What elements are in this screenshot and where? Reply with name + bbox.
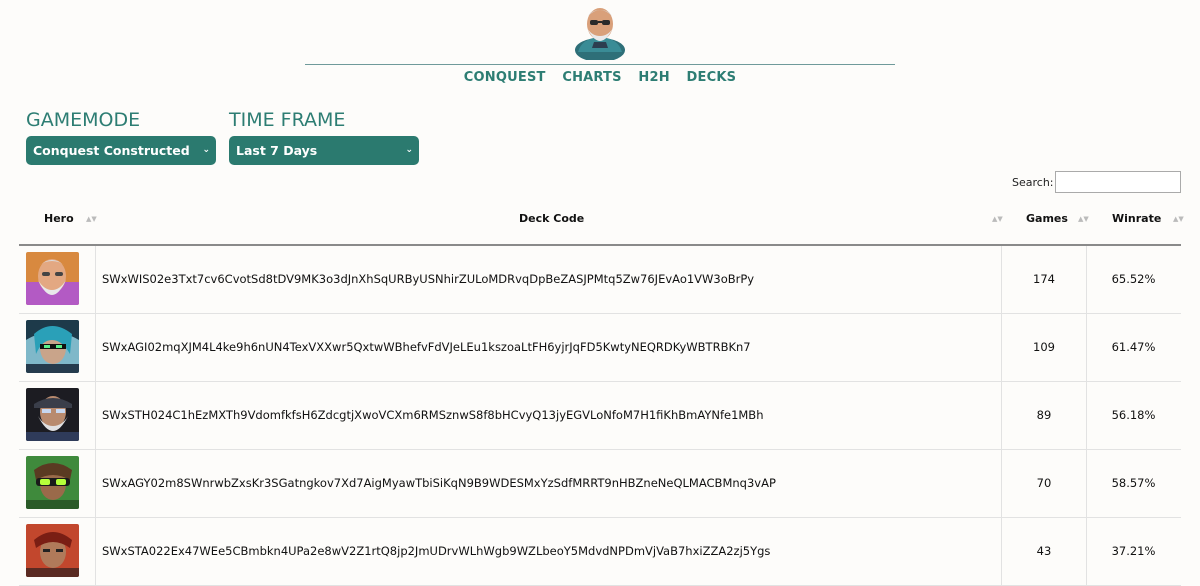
winrate-cell: 61.47% (1111, 340, 1156, 354)
header-hero-label: Hero (44, 212, 74, 225)
deck-code-cell[interactable]: SWxAGI02mqXJM4L4ke9h6nUN4TexVXXwr5QxtwWB… (95, 314, 1002, 381)
search-input[interactable] (1055, 171, 1181, 193)
nav-charts[interactable]: CHARTS (562, 70, 621, 85)
winrate-cell: 58.57% (1111, 476, 1156, 490)
goggles-hero-avatar-icon (26, 456, 79, 509)
header-games[interactable]: Games ▲▼ (1002, 196, 1089, 244)
chevron-down-icon: ⌄ (202, 145, 210, 155)
header-winrate-label: Winrate (1112, 212, 1162, 225)
winrate-cell: 37.21% (1111, 544, 1156, 558)
table-row[interactable]: SWxSTA022Ex47WEe5CBmbkn4UPa2e8wV2Z1rtQ8j… (19, 518, 1181, 586)
chevron-down-icon: ⌄ (405, 145, 413, 155)
deck-code-cell[interactable]: SWxWIS02e3Txt7cv6CvotSd8tDV9MK3o3dJnXhSq… (95, 246, 1002, 313)
games-cell: 109 (1002, 314, 1087, 381)
table-row[interactable]: SWxAGY02m8SWnrwbZxsKr3SGatngkov7Xd7AigMy… (19, 450, 1181, 518)
nav-conquest[interactable]: CONQUEST (464, 70, 546, 85)
header-winrate[interactable]: Winrate ▲▼ (1086, 196, 1184, 244)
dark-sage-hero-avatar-icon (26, 388, 79, 441)
table-row[interactable]: SWxAGI02mqXJM4L4ke9h6nUN4TexVXXwr5QxtwWB… (19, 314, 1181, 382)
winrate-cell: 65.52% (1111, 272, 1156, 286)
timeframe-select[interactable]: Last 7 Days ⌄ (229, 136, 419, 165)
decks-table-body: SWxWIS02e3Txt7cv6CvotSd8tDV9MK3o3dJnXhSq… (19, 246, 1181, 586)
deck-code-cell[interactable]: SWxSTA022Ex47WEe5CBmbkn4UPa2e8wV2Z1rtQ8j… (95, 518, 1002, 585)
cyber-ninja-hero-avatar-icon (26, 320, 79, 373)
nav-h2h[interactable]: H2H (638, 70, 669, 85)
hero-cell (19, 314, 96, 381)
hero-cell (19, 518, 96, 585)
gamemode-label: GAMEMODE (26, 109, 141, 131)
hero-cell (19, 382, 96, 449)
games-cell: 70 (1002, 450, 1087, 517)
games-cell: 89 (1002, 382, 1087, 449)
header-divider (305, 64, 895, 65)
timeframe-value: Last 7 Days (236, 143, 318, 158)
gamemode-filter: GAMEMODE Conquest Constructed ⌄ (26, 108, 216, 165)
deck-code-cell[interactable]: SWxAGY02m8SWnrwbZxsKr3SGatngkov7Xd7AigMy… (95, 450, 1002, 517)
search-label: Search: (1012, 176, 1054, 189)
games-cell: 174 (1002, 246, 1087, 313)
hero-cell (19, 450, 96, 517)
sort-icon: ▲▼ (1173, 215, 1184, 223)
table-row[interactable]: SWxSTH024C1hEzMXTh9VdomfkfsH6ZdcgtjXwoVC… (19, 382, 1181, 450)
main-nav: CONQUEST CHARTS H2H DECKS (0, 70, 1200, 85)
site-logo[interactable] (572, 2, 628, 62)
hero-cell (19, 246, 96, 313)
nav-decks[interactable]: DECKS (687, 70, 737, 85)
timeframe-filter: TIME FRAME Last 7 Days ⌄ (229, 108, 419, 165)
games-cell: 43 (1002, 518, 1087, 585)
deck-code-cell[interactable]: SWxSTH024C1hEzMXTh9VdomfkfsH6ZdcgtjXwoVC… (95, 382, 1002, 449)
header-games-label: Games (1026, 212, 1068, 225)
old-sage-hero-avatar-icon (26, 252, 79, 305)
red-warrior-hero-avatar-icon (26, 524, 79, 577)
table-row[interactable]: SWxWIS02e3Txt7cv6CvotSd8tDV9MK3o3dJnXhSq… (19, 246, 1181, 314)
header-hero[interactable]: Hero ▲▼ (19, 196, 97, 244)
header-deck-code-label: Deck Code (519, 212, 585, 225)
gamemode-select[interactable]: Conquest Constructed ⌄ (26, 136, 216, 165)
winrate-cell: 56.18% (1111, 408, 1156, 422)
header-deck-code[interactable]: Deck Code ▲▼ (95, 196, 1003, 244)
gamemode-value: Conquest Constructed (33, 143, 190, 158)
table-header: Hero ▲▼ Deck Code ▲▼ Games ▲▼ Winrate ▲▼ (19, 196, 1184, 246)
timeframe-label: TIME FRAME (229, 109, 346, 131)
